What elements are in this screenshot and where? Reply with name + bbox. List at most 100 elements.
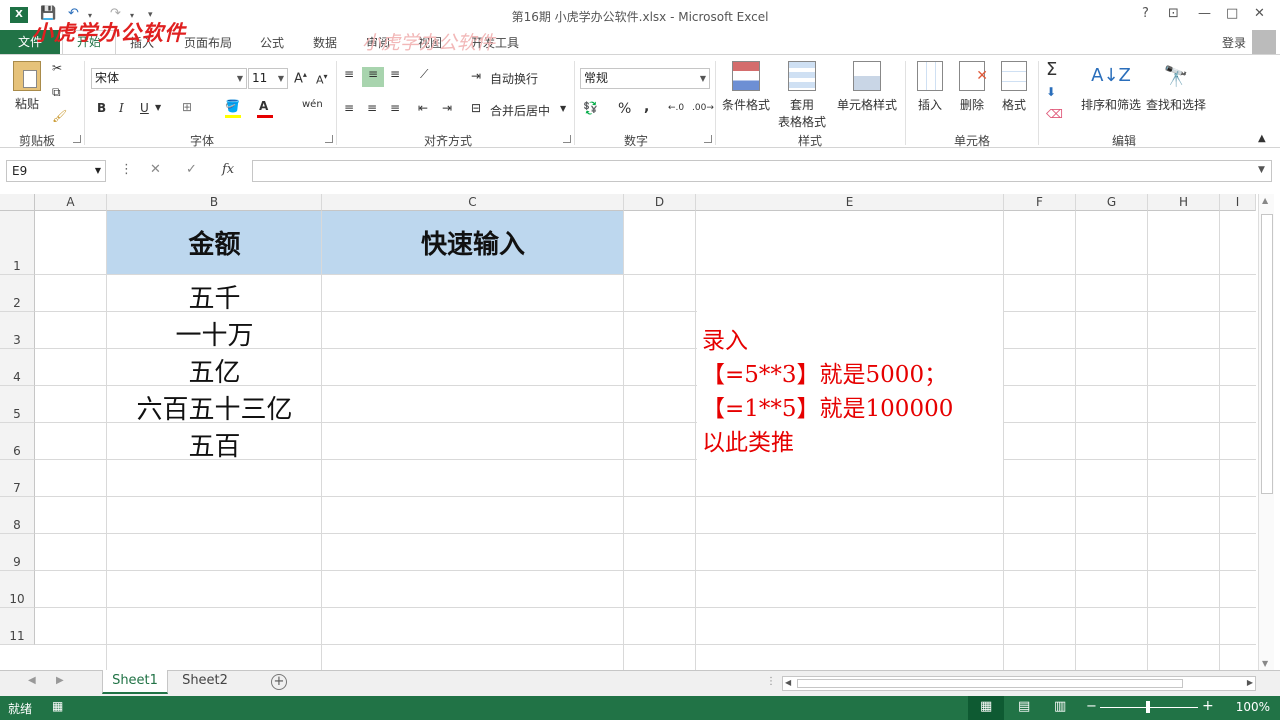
expand-formula-icon[interactable]: ▼ xyxy=(1258,165,1265,175)
increase-font-icon[interactable]: A▴ xyxy=(294,70,307,86)
sheet-tab-sheet2[interactable]: Sheet2 xyxy=(172,670,238,694)
align-middle-icon[interactable]: ≡ xyxy=(362,67,384,87)
scroll-left-icon[interactable]: ◀ xyxy=(785,678,791,687)
comma-button[interactable]: , xyxy=(644,99,649,115)
more-icon[interactable]: ⋮ xyxy=(120,162,133,177)
zoom-level[interactable]: 100% xyxy=(1236,700,1270,714)
borders-icon[interactable]: ⊞ xyxy=(182,100,192,114)
help-button[interactable]: ? xyxy=(1142,6,1149,21)
row-header-8[interactable]: 8 xyxy=(0,497,35,534)
login-link[interactable]: 登录 xyxy=(1222,34,1246,51)
underline-dropdown-icon[interactable]: ▼ xyxy=(155,103,161,112)
row-header-5[interactable]: 5 xyxy=(0,386,35,423)
normal-view-icon[interactable]: ▦ xyxy=(980,699,992,714)
clipboard-launcher-icon[interactable] xyxy=(73,135,81,143)
add-sheet-icon[interactable]: + xyxy=(271,674,287,690)
decrease-indent-icon[interactable]: ⇤ xyxy=(418,101,428,115)
tab-page-layout[interactable]: 页面布局 xyxy=(184,34,232,51)
font-name-combo[interactable]: 宋体 ▼ xyxy=(91,68,247,89)
format-as-table-button[interactable]: 套用 表格格式 xyxy=(772,61,832,130)
page-layout-view-icon[interactable]: ▤ xyxy=(1018,699,1030,714)
fill-icon[interactable]: ⬇ xyxy=(1046,85,1056,99)
cancel-icon[interactable]: ✕ xyxy=(150,162,161,177)
chevron-down-icon[interactable]: ▼ xyxy=(560,104,566,113)
macro-record-icon[interactable]: ▦ xyxy=(52,699,63,713)
insert-function-button[interactable]: fx xyxy=(222,162,234,177)
sheet-tab-sheet1[interactable]: Sheet1 xyxy=(102,670,168,694)
name-box[interactable]: E9 ▼ xyxy=(6,160,106,182)
fill-color-icon[interactable]: 🪣 xyxy=(225,99,240,113)
decrease-decimal-icon[interactable]: .00→ xyxy=(692,103,714,113)
column-header-d[interactable]: D xyxy=(624,194,696,211)
tab-split-icon[interactable]: ⋮ xyxy=(766,676,776,687)
column-header-e[interactable]: E xyxy=(696,194,1004,211)
insert-cells-button[interactable]: 插入 xyxy=(910,61,950,113)
italic-button[interactable]: I xyxy=(119,101,124,115)
row-header-2[interactable]: 2 xyxy=(0,275,35,312)
copy-icon[interactable]: ⧉ xyxy=(52,85,61,100)
bold-button[interactable]: B xyxy=(97,101,106,115)
maximize-icon[interactable]: □ xyxy=(1226,6,1238,21)
zoom-slider-knob[interactable] xyxy=(1146,701,1150,713)
format-cells-button[interactable]: 格式 xyxy=(994,61,1034,113)
wrap-text-icon[interactable]: ⇥ xyxy=(471,69,481,83)
row-header-4[interactable]: 4 xyxy=(0,349,35,386)
merge-center-button[interactable]: 合并后居中 xyxy=(490,102,550,119)
collapse-ribbon-icon[interactable]: ▲ xyxy=(1258,133,1266,144)
zoom-out-icon[interactable]: − xyxy=(1086,699,1097,714)
clear-icon[interactable]: ⌫ xyxy=(1046,107,1063,121)
cell-b1[interactable]: 金额 xyxy=(107,224,322,261)
cut-icon[interactable]: ✂ xyxy=(52,61,62,75)
page-break-view-icon[interactable]: ▥ xyxy=(1054,699,1066,714)
alignment-launcher-icon[interactable] xyxy=(563,135,571,143)
merge-center-icon[interactable]: ⊟ xyxy=(471,101,481,115)
enter-icon[interactable]: ✓ xyxy=(186,162,197,177)
cell-styles-button[interactable]: 单元格样式 xyxy=(834,61,900,113)
column-header-b[interactable]: B xyxy=(107,194,322,211)
autosum-icon[interactable]: Σ xyxy=(1046,59,1057,80)
vertical-scrollbar[interactable]: ▲ ▼ xyxy=(1258,194,1274,670)
align-right-icon[interactable]: ≡ xyxy=(390,101,400,115)
font-size-combo[interactable]: 11 ▼ xyxy=(248,68,288,89)
align-center-icon[interactable]: ≡ xyxy=(367,101,377,115)
percent-button[interactable]: % xyxy=(618,101,631,117)
format-painter-icon[interactable]: 🖌 xyxy=(52,109,67,123)
row-header-3[interactable]: 3 xyxy=(0,312,35,349)
row-header-9[interactable]: 9 xyxy=(0,534,35,571)
cell-b2[interactable]: 五千 xyxy=(107,278,322,315)
column-header-i[interactable]: I xyxy=(1220,194,1256,211)
column-header-h[interactable]: H xyxy=(1148,194,1220,211)
align-bottom-icon[interactable]: ≡ xyxy=(390,67,400,81)
avatar[interactable] xyxy=(1252,30,1276,54)
number-format-combo[interactable]: 常规 ▼ xyxy=(580,68,710,89)
ribbon-display-icon[interactable]: ⊡ xyxy=(1168,6,1179,21)
increase-indent-icon[interactable]: ⇥ xyxy=(442,101,452,115)
decrease-font-icon[interactable]: A▾ xyxy=(316,72,328,87)
column-header-c[interactable]: C xyxy=(322,194,624,211)
delete-cells-button[interactable]: ✕ 删除 xyxy=(952,61,992,113)
orientation-icon[interactable]: ⟋ xyxy=(420,67,428,82)
row-header-1[interactable]: 1 xyxy=(0,211,35,275)
cell-b6[interactable]: 五百 xyxy=(107,426,322,463)
find-select-button[interactable]: 🔭 查找和选择 xyxy=(1144,61,1208,113)
phonetic-icon[interactable]: wén xyxy=(302,99,323,110)
conditional-formatting-button[interactable]: 条件格式 xyxy=(718,61,774,113)
font-color-icon[interactable]: A xyxy=(259,99,268,113)
sort-filter-button[interactable]: A↓Z 排序和筛选 xyxy=(1080,61,1142,113)
scroll-down-icon[interactable]: ▼ xyxy=(1262,659,1268,668)
next-sheet-icon[interactable]: ▶ xyxy=(56,675,64,686)
select-all-corner[interactable] xyxy=(0,194,35,211)
font-launcher-icon[interactable] xyxy=(325,135,333,143)
zoom-in-icon[interactable]: + xyxy=(1202,698,1214,714)
column-header-a[interactable]: A xyxy=(35,194,107,211)
minimize-icon[interactable]: — xyxy=(1198,6,1211,21)
align-top-icon[interactable]: ≡ xyxy=(344,67,354,81)
column-header-f[interactable]: F xyxy=(1004,194,1076,211)
wrap-text-button[interactable]: 自动换行 xyxy=(490,70,538,87)
spreadsheet-grid[interactable]: A B C D E F G H I 1 2 3 4 5 6 7 8 9 10 1… xyxy=(0,194,1280,670)
scroll-right-icon[interactable]: ▶ xyxy=(1247,678,1253,687)
formula-input[interactable] xyxy=(252,160,1272,182)
scroll-up-icon[interactable]: ▲ xyxy=(1262,196,1268,205)
cell-b3[interactable]: 一十万 xyxy=(107,315,322,352)
horizontal-scroll-thumb[interactable] xyxy=(797,679,1183,688)
